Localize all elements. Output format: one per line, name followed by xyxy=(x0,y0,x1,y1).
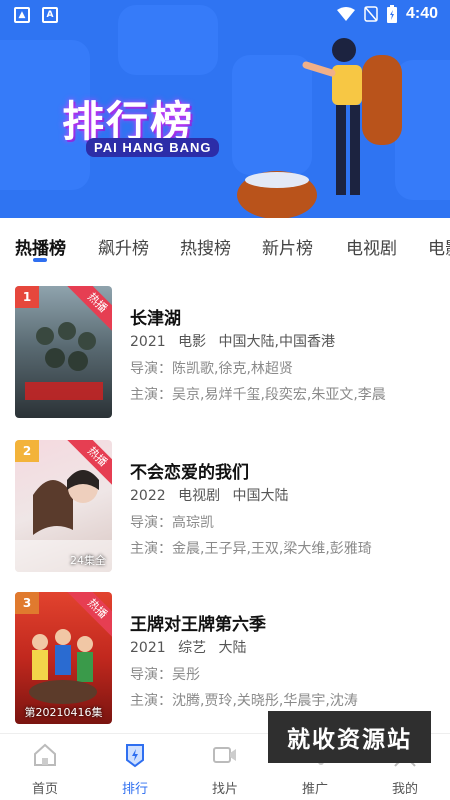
home-icon xyxy=(34,743,56,766)
character-illustration xyxy=(237,38,402,218)
item-meta: 2022 电视剧 中国大陆 xyxy=(130,485,297,505)
poster[interactable]: 2 热播 24集全 xyxy=(15,440,112,572)
watermark: 就收资源站 xyxy=(268,711,431,763)
item-cast: 主演：沈腾,贾玲,关晓彤,华晨宇,沈涛 xyxy=(130,693,358,709)
item-title[interactable]: 王牌对王牌第六季 xyxy=(130,610,266,635)
item-region: 大陆 xyxy=(218,640,247,656)
list-item[interactable]: 1 热播 长津湖 2021 电影 中国大陆,中国香港 导演：陈凯歌,徐克,林超贤… xyxy=(0,286,450,426)
item-meta: 2021 综艺 大陆 xyxy=(130,637,255,657)
item-type: 综艺 xyxy=(178,640,207,656)
tab-new[interactable]: 新片榜 xyxy=(262,234,313,259)
wifi-icon xyxy=(336,7,355,21)
tab-hot[interactable]: 热播榜 xyxy=(15,234,66,259)
nav-label: 排行 xyxy=(121,782,148,797)
item-title[interactable]: 不会恋爱的我们 xyxy=(130,458,249,483)
nav-ranking[interactable]: 排行 xyxy=(105,742,165,797)
nav-home[interactable]: 首页 xyxy=(15,742,75,797)
nav-label: 我的 xyxy=(391,782,418,797)
hero-subtitle: PAI HANG BANG xyxy=(86,138,220,157)
image-notification-icon: ▲ xyxy=(14,7,30,23)
item-year: 2022 xyxy=(130,488,166,504)
item-region: 中国大陆 xyxy=(232,488,289,504)
item-type: 电影 xyxy=(178,334,207,350)
ranking-icon xyxy=(126,744,144,768)
hero-banner: ▲ A 4:40 排行榜 PAI HANG BANG xyxy=(0,0,450,218)
active-tab-indicator xyxy=(33,258,47,262)
poster-caption: 24集全 xyxy=(70,554,106,567)
clock: 4:40 xyxy=(405,5,438,22)
a-notification-icon: A xyxy=(42,7,58,23)
rank-badge: 3 xyxy=(15,592,39,614)
list-item[interactable]: 2 热播 24集全 不会恋爱的我们 2022 电视剧 中国大陆 导演：高琮凯 主… xyxy=(0,440,450,580)
rank-badge: 2 xyxy=(15,440,39,462)
poster[interactable]: 3 热播 第20210416集 xyxy=(15,592,112,724)
battery-charging-icon xyxy=(386,5,397,23)
item-director: 导演：吴彤 xyxy=(130,667,200,683)
poster[interactable]: 1 热播 xyxy=(15,286,112,418)
no-sim-icon xyxy=(364,6,378,22)
video-camera-icon xyxy=(213,747,236,763)
item-year: 2021 xyxy=(130,640,166,656)
nav-label: 找片 xyxy=(211,782,238,797)
rank-badge: 1 xyxy=(15,286,39,308)
item-director: 导演：高琮凯 xyxy=(130,515,214,531)
tab-movie[interactable]: 电影 xyxy=(428,234,450,259)
nav-label: 推广 xyxy=(301,782,328,797)
poster-caption: 第20210416集 xyxy=(24,706,103,719)
item-region: 中国大陆,中国香港 xyxy=(218,334,335,350)
tab-rising[interactable]: 飙升榜 xyxy=(98,234,149,259)
item-cast: 主演：吴京,易烊千玺,段奕宏,朱亚文,李晨 xyxy=(130,387,386,403)
item-director: 导演：陈凯歌,徐克,林超贤 xyxy=(130,361,293,377)
tab-search[interactable]: 热搜榜 xyxy=(180,234,231,259)
item-meta: 2021 电影 中国大陆,中国香港 xyxy=(130,331,343,351)
status-bar: ▲ A 4:40 xyxy=(0,0,450,32)
tab-tv[interactable]: 电视剧 xyxy=(346,234,397,259)
item-year: 2021 xyxy=(130,334,166,350)
nav-label: 首页 xyxy=(31,782,58,797)
category-tabs: 热播榜 飙升榜 热搜榜 新片榜 电视剧 电影 xyxy=(0,226,450,268)
item-type: 电视剧 xyxy=(178,488,221,504)
nav-find[interactable]: 找片 xyxy=(195,742,255,797)
item-cast: 主演：金晨,王子异,王双,梁大维,彭雅琦 xyxy=(130,541,372,557)
item-title[interactable]: 长津湖 xyxy=(130,304,181,329)
